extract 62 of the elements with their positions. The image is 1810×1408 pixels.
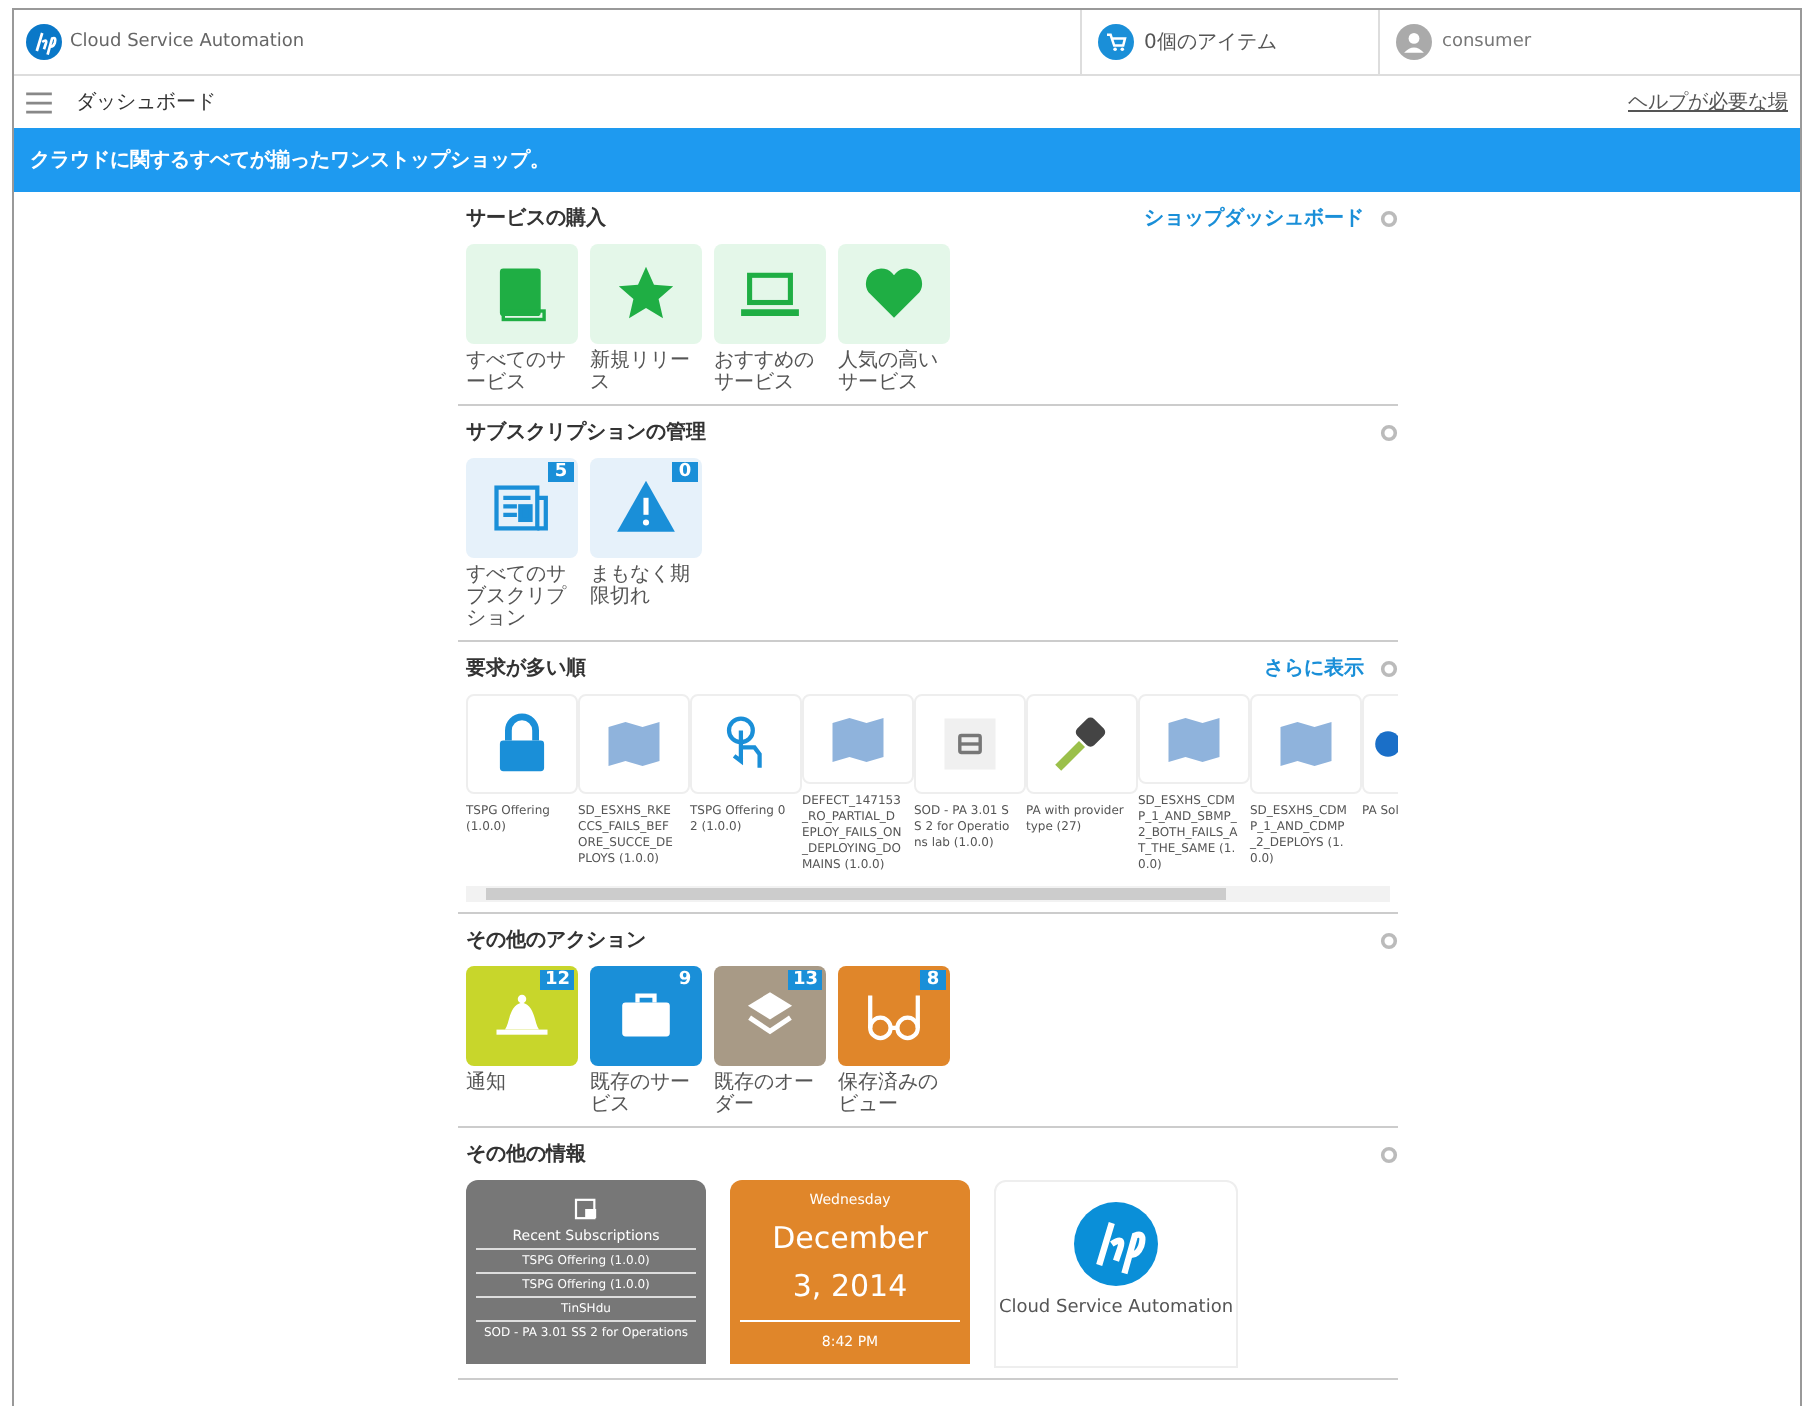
subscription-tile[interactable]: 5 xyxy=(466,458,578,558)
settings-icon[interactable] xyxy=(1380,1145,1398,1163)
settings-icon[interactable] xyxy=(1380,209,1398,227)
user-name[interactable]: consumer xyxy=(1442,32,1532,52)
banner-text: クラウドに関するすべてが揃ったワンストップショップ。 xyxy=(30,146,550,174)
section-title: サブスクリプションの管理 xyxy=(466,418,708,446)
brand-name: Cloud Service Automation xyxy=(998,1298,1234,1318)
settings-icon[interactable] xyxy=(1380,423,1398,441)
settings-icon[interactable] xyxy=(1380,931,1398,949)
action-tile[interactable]: 13 xyxy=(714,966,826,1066)
menu-icon[interactable] xyxy=(26,91,52,113)
action-tile[interactable]: 9 xyxy=(590,966,702,1066)
count-badge: 12 xyxy=(540,970,574,990)
offering-tile[interactable] xyxy=(578,694,690,794)
tile-label: 既存のサービス xyxy=(590,1072,692,1116)
offering-tile[interactable] xyxy=(1250,694,1362,794)
action-tile[interactable]: 8 xyxy=(838,966,950,1066)
horizontal-scrollbar[interactable] xyxy=(466,886,1390,902)
newspaper-icon xyxy=(573,1198,599,1220)
section-title: 要求が多い順 xyxy=(466,655,588,682)
section-title: サービスの購入 xyxy=(466,205,608,232)
shop-dashboard-link[interactable]: ショップダッシュボード xyxy=(1144,204,1364,232)
cart-count[interactable]: 0個のアイテム xyxy=(1144,28,1277,56)
page-title: ダッシュボード xyxy=(76,90,218,116)
tile-label: 既存のオーダー xyxy=(714,1072,816,1116)
offering-tile[interactable] xyxy=(1026,694,1138,794)
count-badge: 0 xyxy=(672,462,698,482)
hp-logo-icon xyxy=(26,24,62,60)
category-tile[interactable] xyxy=(466,244,578,344)
offering-tile[interactable] xyxy=(914,694,1026,794)
tile-label: すべてのサービス xyxy=(466,350,568,394)
offering-tile[interactable] xyxy=(1138,694,1250,784)
help-link[interactable]: ヘルプが必要な場 xyxy=(1628,88,1788,116)
offering-tile[interactable] xyxy=(1362,694,1398,794)
settings-icon[interactable] xyxy=(1380,659,1398,677)
hp-logo-icon xyxy=(1074,1202,1158,1286)
month: December xyxy=(772,1220,928,1256)
date: 3, 2014 xyxy=(792,1268,908,1304)
cart-icon[interactable] xyxy=(1098,24,1134,60)
tile-label: まもなく期限切れ xyxy=(590,564,692,608)
offering-tile[interactable] xyxy=(802,694,914,784)
section-title: その他のアクション xyxy=(466,927,648,954)
product-name: Cloud Service Automation xyxy=(70,32,307,52)
show-more-link[interactable]: さらに表示 xyxy=(1264,654,1364,682)
count-badge: 13 xyxy=(788,970,822,990)
tile-label: すべてのサブスクリプション xyxy=(466,564,569,630)
offering-tile[interactable] xyxy=(690,694,802,794)
offering-tile[interactable] xyxy=(466,694,578,794)
tile-label: おすすめのサービス xyxy=(714,350,816,394)
category-tile[interactable] xyxy=(590,244,702,344)
tile-label: 通知 xyxy=(466,1072,508,1094)
user-avatar-icon[interactable] xyxy=(1396,24,1432,60)
tile-label: 新規リリース xyxy=(590,350,692,394)
section-title: その他の情報 xyxy=(466,1141,588,1168)
tile-label: 人気の高いサービス xyxy=(838,350,940,394)
count-badge: 8 xyxy=(920,970,946,990)
subscription-tile[interactable]: 0 xyxy=(590,458,702,558)
category-tile[interactable] xyxy=(838,244,950,344)
category-tile[interactable] xyxy=(714,244,826,344)
tile-label: 保存済みのビュー xyxy=(838,1072,940,1116)
action-tile[interactable]: 12 xyxy=(466,966,578,1066)
count-badge: 5 xyxy=(548,462,574,482)
